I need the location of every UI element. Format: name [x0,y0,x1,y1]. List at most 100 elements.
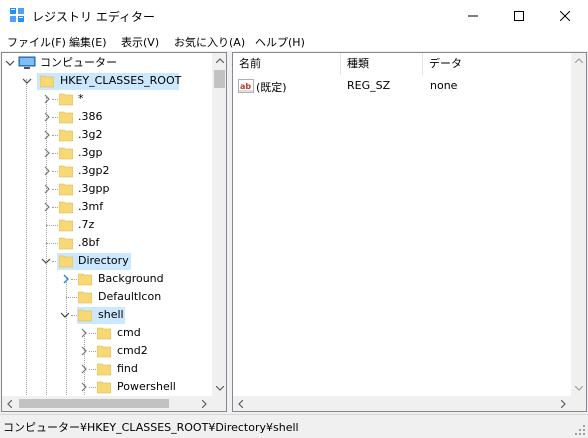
chevron-right-icon[interactable] [79,362,89,376]
chevron-right-icon [561,399,566,408]
tree-item-cmd2[interactable]: cmd2 [2,342,212,360]
tree-item-shell[interactable]: shell [2,306,212,324]
chevron-down-icon[interactable] [22,74,32,88]
scroll-left-arrow[interactable] [233,396,248,411]
tree-item-defaulticon[interactable]: DefaultIcon [2,288,212,306]
scroll-up-arrow[interactable] [571,53,586,68]
scroll-right-arrow[interactable] [197,396,212,411]
title-bar[interactable]: レジストリ エディター [0,0,588,31]
folder-icon [78,273,92,286]
folder-icon [40,75,54,88]
folder-icon [59,165,73,178]
close-button[interactable] [542,0,588,31]
tree-item-386[interactable]: .386 [2,108,212,126]
folder-icon [59,219,73,232]
chevron-right-icon[interactable] [42,182,52,196]
scroll-down-arrow[interactable] [212,381,226,396]
tree-item-7z[interactable]: .7z [2,216,212,234]
column-header-name[interactable]: 名前 [233,53,341,75]
scroll-thumb[interactable] [19,399,169,408]
tree-item-3mf[interactable]: .3mf [2,198,212,216]
scroll-up-arrow[interactable] [212,53,226,68]
tree-item-label: cmd2 [117,344,148,357]
menu-bar: ファイル(F) 編集(E) 表示(V) お気に入り(A) ヘルプ(H) [0,31,588,51]
column-header-data[interactable]: データ [423,53,571,75]
tree-item-label: Powershell [117,380,176,393]
tree-item-star[interactable]: * [2,90,212,108]
chevron-right-icon[interactable] [42,92,52,106]
minimize-icon [468,15,478,16]
chevron-right-icon[interactable] [61,272,71,286]
chevron-right-icon[interactable] [42,200,52,214]
folder-icon [97,381,111,394]
value-data: none [430,79,458,92]
tree-item-label: find [117,362,138,375]
tree-vertical-scrollbar[interactable] [212,53,226,396]
maximize-button[interactable] [496,0,542,31]
tree-horizontal-scrollbar[interactable] [2,396,212,411]
chevron-down-icon [215,386,224,391]
menu-help[interactable]: ヘルプ(H) [255,34,305,50]
chevron-right-icon[interactable] [42,146,52,160]
tree-item-label: .3gp2 [78,164,110,177]
chevron-right-icon[interactable] [79,380,89,394]
folder-icon [59,201,73,214]
tree-item-3gp[interactable]: .3gp [2,144,212,162]
tree-item-directory[interactable]: Directory [2,252,212,270]
list-vertical-scrollbar[interactable] [571,53,586,396]
maximize-icon [514,10,524,21]
menu-edit[interactable]: 編集(E) [69,34,107,50]
tree-item-find[interactable]: find [2,360,212,378]
tree-item-label: shell [98,308,124,321]
tree-item-label: .7z [78,218,95,231]
chevron-down-icon[interactable] [60,308,70,322]
tree-item-label: Background [98,272,164,285]
close-icon [560,10,570,21]
menu-view[interactable]: 表示(V) [121,34,159,50]
folder-icon [97,327,111,340]
folder-icon [59,183,73,196]
tree-item-cmd[interactable]: cmd [2,324,212,342]
chevron-right-icon[interactable] [42,128,52,142]
tree-item-background[interactable]: Background [2,270,212,288]
folder-icon [59,147,73,160]
scroll-thumb[interactable] [214,70,225,88]
tree-item-label: .386 [78,110,103,123]
chevron-right-icon[interactable] [79,326,89,340]
value-row[interactable]: ab (既定) REG_SZ none [233,77,571,95]
menu-favorites[interactable]: お気に入り(A) [174,34,245,50]
scroll-down-arrow[interactable] [571,381,586,396]
chevron-right-icon[interactable] [42,164,52,178]
string-value-icon: ab [238,79,254,93]
tree-item-computer[interactable]: コンピューター [2,54,212,72]
tree-item-3g2[interactable]: .3g2 [2,126,212,144]
chevron-down-icon[interactable] [41,254,51,268]
folder-icon [97,363,111,376]
tree-item-8bf[interactable]: .8bf [2,234,212,252]
scroll-left-arrow[interactable] [2,396,17,411]
minimize-button[interactable] [450,0,496,31]
tree-item-label: * [78,92,84,105]
folder-icon [59,93,73,106]
scroll-right-arrow[interactable] [556,396,571,411]
list-horizontal-scrollbar[interactable] [233,396,571,411]
folder-icon [59,255,73,268]
column-header-type[interactable]: 種類 [341,53,423,75]
menu-file[interactable]: ファイル(F) [7,34,66,50]
folder-icon [97,345,111,358]
resize-grip-icon[interactable] [574,424,586,436]
key-tree[interactable]: コンピューター HKEY_CLASSES_ROOT * .386 .3g2 .3… [1,52,227,412]
tree-item-3gpp[interactable]: .3gpp [2,180,212,198]
tree-item-hkcr[interactable]: HKEY_CLASSES_ROOT [2,72,212,90]
tree-item-label: .8bf [78,236,100,249]
tree-item-label: cmd [117,326,141,339]
tree-item-3gp2[interactable]: .3gp2 [2,162,212,180]
chevron-right-icon[interactable] [79,344,89,358]
tree-item-label: DefaultIcon [98,290,162,303]
computer-icon [18,56,36,69]
chevron-right-icon[interactable] [42,110,52,124]
tree-item-powershell[interactable]: Powershell [2,378,212,396]
chevron-down-icon[interactable] [5,56,15,70]
tree-item-label: .3gp [78,146,103,159]
value-list[interactable]: 名前 種類 データ ab (既定) REG_SZ none [232,52,587,412]
